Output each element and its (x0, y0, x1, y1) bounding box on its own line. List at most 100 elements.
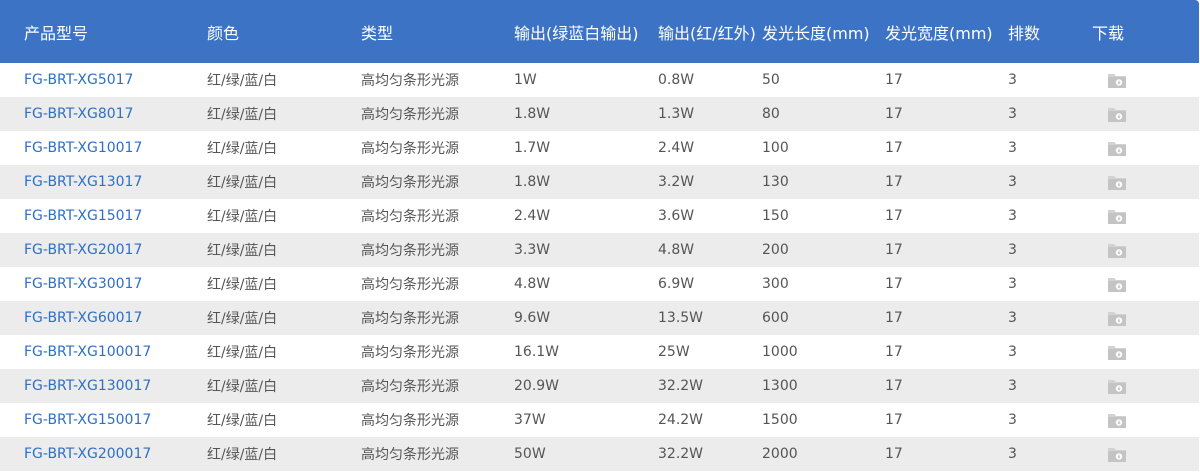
download-file-icon[interactable] (1107, 241, 1127, 259)
row-count-cell: 3 (1008, 310, 1017, 326)
output-gbw-cell: 4.8W (514, 276, 551, 292)
model-link[interactable]: FG-BRT-XG20017 (24, 242, 142, 258)
type-cell: 高均匀条形光源 (361, 447, 459, 463)
emit-length-cell: 1500 (762, 412, 798, 428)
model-link[interactable]: FG-BRT-XG130017 (24, 378, 151, 394)
model-link[interactable]: FG-BRT-XG8017 (24, 106, 133, 122)
product-table: 产品型号 颜色 类型 输出(绿蓝白输出) 输出(红/红外) 发光长度(mm) 发… (0, 0, 1199, 474)
row-count-cell: 3 (1008, 208, 1017, 224)
output-red-ir-cell: 25W (658, 344, 690, 360)
emit-length-cell: 80 (762, 106, 780, 122)
emit-width-cell: 17 (885, 378, 903, 394)
output-red-ir-cell: 32.2W (658, 446, 704, 462)
emit-length-cell: 50 (762, 72, 780, 88)
download-file-icon[interactable] (1107, 207, 1127, 225)
output-gbw-cell: 1.8W (514, 174, 551, 190)
row-count-cell: 3 (1008, 242, 1017, 258)
output-gbw-cell: 1.7W (514, 140, 551, 156)
emit-width-cell: 17 (885, 446, 903, 462)
output-gbw-cell: 20.9W (514, 378, 560, 394)
color-cell: 红/绿/蓝/白 (207, 413, 278, 429)
download-file-icon[interactable] (1107, 377, 1127, 395)
emit-length-cell: 2000 (762, 446, 798, 462)
output-red-ir-cell: 4.8W (658, 242, 695, 258)
emit-length-cell: 130 (762, 174, 789, 190)
output-red-ir-cell: 32.2W (658, 378, 704, 394)
emit-length-cell: 600 (762, 310, 789, 326)
row-count-cell: 3 (1008, 276, 1017, 292)
output-red-ir-cell: 3.2W (658, 174, 695, 190)
header-download: 下载 (1092, 23, 1125, 43)
header-output-red-ir: 输出(红/红外) (658, 23, 756, 43)
download-file-icon[interactable] (1107, 173, 1127, 191)
emit-width-cell: 17 (885, 276, 903, 292)
emit-width-cell: 17 (885, 310, 903, 326)
model-link[interactable]: FG-BRT-XG100017 (24, 344, 151, 360)
color-cell: 红/绿/蓝/白 (207, 175, 278, 191)
color-cell: 红/绿/蓝/白 (207, 277, 278, 293)
output-gbw-cell: 37W (514, 412, 546, 428)
table-row: FG-BRT-XG5017 红/绿/蓝/白 高均匀条形光源 1W 0.8W 50 17 3 (0, 63, 1199, 97)
type-cell: 高均匀条形光源 (361, 277, 459, 293)
output-red-ir-cell: 0.8W (658, 72, 695, 88)
model-link[interactable]: FG-BRT-XG15017 (24, 208, 142, 224)
emit-width-cell: 17 (885, 174, 903, 190)
model-link[interactable]: FG-BRT-XG13017 (24, 174, 142, 190)
model-link[interactable]: FG-BRT-XG30017 (24, 276, 142, 292)
header-type: 类型 (361, 23, 394, 43)
type-cell: 高均匀条形光源 (361, 175, 459, 191)
output-red-ir-cell: 13.5W (658, 310, 704, 326)
output-gbw-cell: 9.6W (514, 310, 551, 326)
download-file-icon[interactable] (1107, 445, 1127, 463)
model-link[interactable]: FG-BRT-XG200017 (24, 446, 151, 462)
download-file-icon[interactable] (1107, 275, 1127, 293)
emit-length-cell: 200 (762, 242, 789, 258)
row-count-cell: 3 (1008, 446, 1017, 462)
header-emit-width: 发光宽度(mm) (885, 23, 993, 43)
output-red-ir-cell: 2.4W (658, 140, 695, 156)
download-file-icon[interactable] (1107, 139, 1127, 157)
header-row-count: 排数 (1008, 23, 1041, 43)
table-row: FG-BRT-XG20017 红/绿/蓝/白 高均匀条形光源 3.3W 4.8W 200 1… (0, 233, 1199, 267)
row-count-cell: 3 (1008, 72, 1017, 88)
emit-length-cell: 300 (762, 276, 789, 292)
model-link[interactable]: FG-BRT-XG5017 (24, 72, 133, 88)
type-cell: 高均匀条形光源 (361, 311, 459, 327)
row-count-cell: 3 (1008, 106, 1017, 122)
model-link[interactable]: FG-BRT-XG60017 (24, 310, 142, 326)
model-link[interactable]: FG-BRT-XG10017 (24, 140, 142, 156)
download-file-icon[interactable] (1107, 105, 1127, 123)
type-cell: 高均匀条形光源 (361, 73, 459, 89)
table-row: FG-BRT-XG30017 红/绿/蓝/白 高均匀条形光源 4.8W 6.9W 300 1… (0, 267, 1199, 301)
output-red-ir-cell: 1.3W (658, 106, 695, 122)
download-file-icon[interactable] (1107, 411, 1127, 429)
color-cell: 红/绿/蓝/白 (207, 311, 278, 327)
type-cell: 高均匀条形光源 (361, 243, 459, 259)
header-output-gbw: 输出(绿蓝白输出) (514, 23, 639, 43)
emit-length-cell: 150 (762, 208, 789, 224)
table-row: FG-BRT-XG8017 红/绿/蓝/白 高均匀条形光源 1.8W 1.3W 80 17 3 (0, 97, 1199, 131)
header-color: 颜色 (207, 23, 240, 43)
download-file-icon[interactable] (1107, 343, 1127, 361)
type-cell: 高均匀条形光源 (361, 379, 459, 395)
table-row: FG-BRT-XG10017 红/绿/蓝/白 高均匀条形光源 1.7W 2.4W 100 1… (0, 131, 1199, 165)
type-cell: 高均匀条形光源 (361, 107, 459, 123)
type-cell: 高均匀条形光源 (361, 413, 459, 429)
download-file-icon[interactable] (1107, 309, 1127, 327)
emit-width-cell: 17 (885, 242, 903, 258)
output-red-ir-cell: 3.6W (658, 208, 695, 224)
color-cell: 红/绿/蓝/白 (207, 141, 278, 157)
emit-length-cell: 1000 (762, 344, 798, 360)
download-file-icon[interactable] (1107, 71, 1127, 89)
output-gbw-cell: 50W (514, 446, 546, 462)
row-count-cell: 3 (1008, 378, 1017, 394)
model-link[interactable]: FG-BRT-XG150017 (24, 412, 151, 428)
header-model: 产品型号 (24, 23, 89, 43)
emit-length-cell: 100 (762, 140, 789, 156)
header-emit-length: 发光长度(mm) (762, 23, 870, 43)
emit-length-cell: 1300 (762, 378, 798, 394)
table-row: FG-BRT-XG60017 红/绿/蓝/白 高均匀条形光源 9.6W 13.5W 600… (0, 301, 1199, 335)
emit-width-cell: 17 (885, 208, 903, 224)
row-count-cell: 3 (1008, 174, 1017, 190)
table-row: FG-BRT-XG130017 红/绿/蓝/白 高均匀条形光源 20.9W 32.2W 1… (0, 369, 1199, 403)
